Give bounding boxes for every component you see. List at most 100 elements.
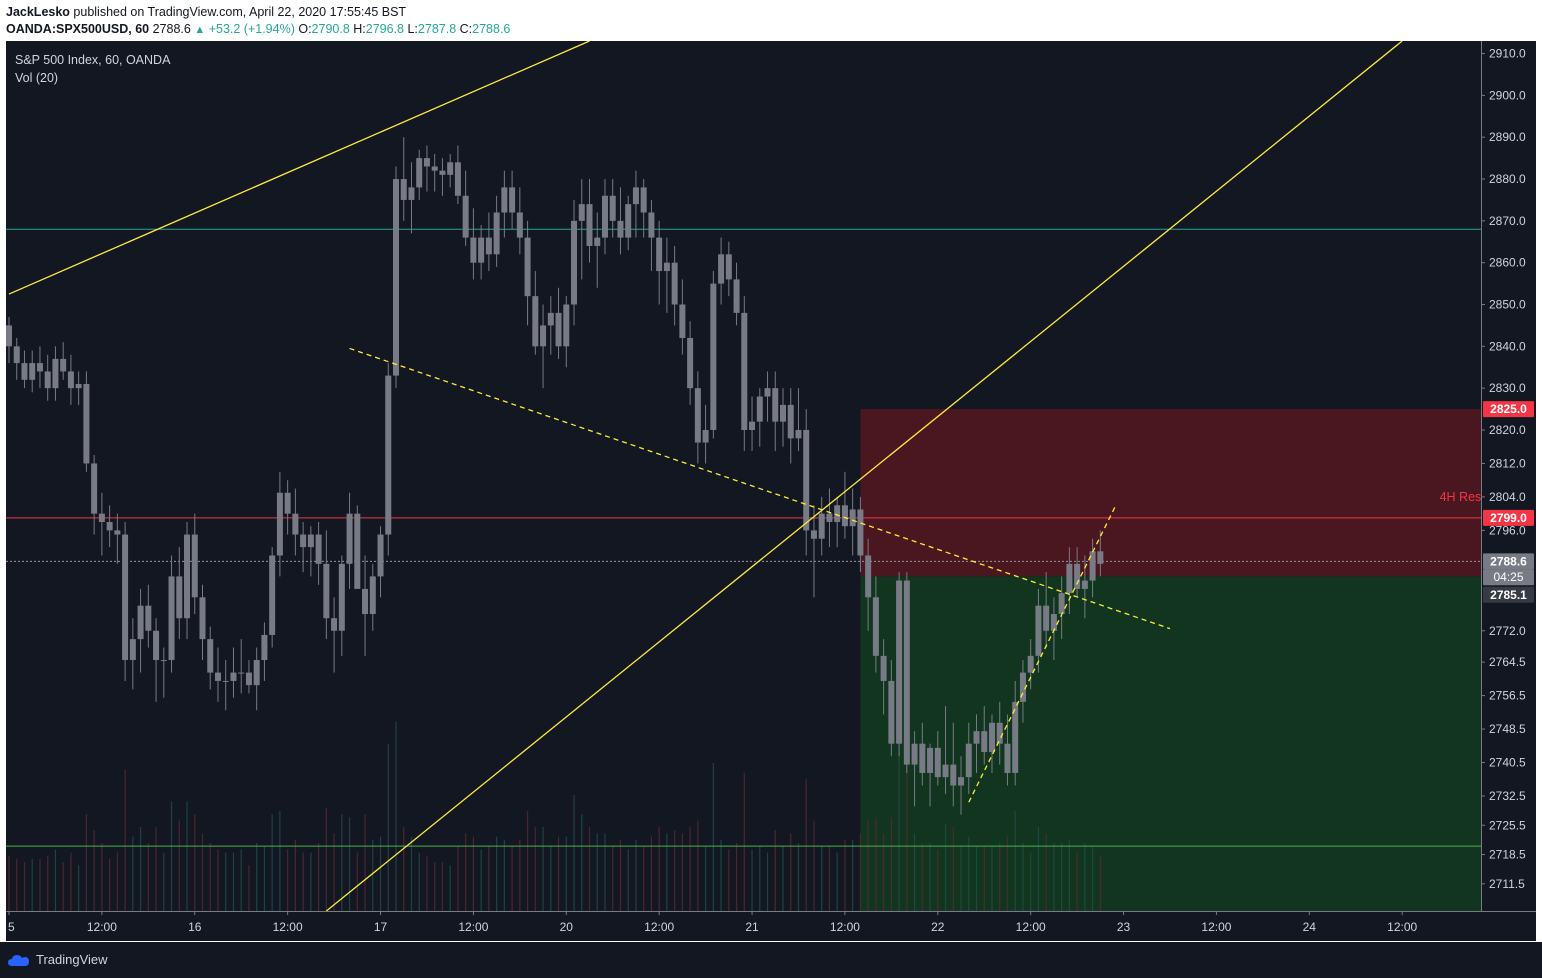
candle-body[interactable] <box>571 220 578 305</box>
candle-body[interactable] <box>284 492 291 514</box>
candle-body[interactable] <box>331 618 338 631</box>
candle-body[interactable] <box>199 597 206 640</box>
candle-body[interactable] <box>756 396 763 422</box>
price-chart[interactable]: 4H Resistance 2910.02900.02890.02880.028… <box>6 41 1536 941</box>
candle-body[interactable] <box>1027 655 1034 673</box>
candle-body[interactable] <box>501 187 508 213</box>
candle-body[interactable] <box>423 158 430 167</box>
candle-body[interactable] <box>865 555 872 598</box>
candle-body[interactable] <box>1004 743 1011 773</box>
candle-body[interactable] <box>362 588 369 615</box>
candle-body[interactable] <box>749 421 756 430</box>
candle-body[interactable] <box>1097 551 1104 564</box>
candle-body[interactable] <box>919 743 926 773</box>
candle-body[interactable] <box>67 371 74 389</box>
candle-body[interactable] <box>21 363 28 380</box>
candle-body[interactable] <box>625 204 632 238</box>
candle-body[interactable] <box>872 597 879 656</box>
candle-body[interactable] <box>795 429 802 439</box>
candle-body[interactable] <box>1043 605 1050 631</box>
candle-body[interactable] <box>13 346 20 364</box>
tradingview-logo[interactable]: TradingView <box>8 952 108 967</box>
candle-body[interactable] <box>29 363 36 380</box>
candle-body[interactable] <box>323 563 330 619</box>
candle-body[interactable] <box>509 187 516 213</box>
candle-body[interactable] <box>315 534 322 564</box>
candle-body[interactable] <box>36 363 43 372</box>
candle-body[interactable] <box>153 630 160 661</box>
candle-body[interactable] <box>1050 614 1057 631</box>
candle-body[interactable] <box>524 237 531 297</box>
candle-body[interactable] <box>91 463 98 514</box>
candle-body[interactable] <box>439 170 446 175</box>
candle-body[interactable] <box>245 672 252 686</box>
candle-body[interactable] <box>238 672 245 674</box>
candle-body[interactable] <box>114 530 121 535</box>
candle-body[interactable] <box>214 672 221 681</box>
author-name[interactable]: JackLesko <box>6 5 70 19</box>
candle-body[interactable] <box>462 195 469 238</box>
candle-body[interactable] <box>903 580 910 765</box>
candle-body[interactable] <box>958 777 965 786</box>
candle-body[interactable] <box>679 304 686 338</box>
candle-body[interactable] <box>408 187 415 200</box>
candle-body[interactable] <box>656 237 663 272</box>
candle-body[interactable] <box>803 429 810 531</box>
candle-body[interactable] <box>377 534 384 577</box>
candle-body[interactable] <box>563 304 570 347</box>
candle-body[interactable] <box>338 563 345 631</box>
candle-body[interactable] <box>6 325 12 347</box>
candle-body[interactable] <box>106 522 113 531</box>
candle-body[interactable] <box>780 404 786 422</box>
candle-body[interactable] <box>431 166 438 171</box>
candle-body[interactable] <box>787 404 794 439</box>
candle-body[interactable] <box>307 534 314 548</box>
candle-body[interactable] <box>122 534 129 661</box>
candle-body[interactable] <box>640 187 647 213</box>
candle-body[interactable] <box>1081 580 1088 589</box>
candle-body[interactable] <box>385 375 392 535</box>
candle-body[interactable] <box>896 580 903 744</box>
candle-body[interactable] <box>269 555 276 635</box>
candle-body[interactable] <box>911 743 918 765</box>
candle-body[interactable] <box>818 513 825 539</box>
candle-body[interactable] <box>648 212 655 238</box>
candle-body[interactable] <box>184 534 191 619</box>
candle-body[interactable] <box>493 212 500 255</box>
candle-body[interactable] <box>222 680 229 682</box>
candle-body[interactable] <box>176 576 183 619</box>
candle-body[interactable] <box>609 195 616 221</box>
candle-body[interactable] <box>663 262 670 272</box>
candle-body[interactable] <box>578 204 585 221</box>
candle-body[interactable] <box>694 388 701 443</box>
candle-body[interactable] <box>369 576 376 615</box>
candle-body[interactable] <box>145 605 152 631</box>
candle-body[interactable] <box>75 383 82 389</box>
candle-body[interactable] <box>973 731 980 744</box>
candle-body[interactable] <box>702 429 709 443</box>
candle-body[interactable] <box>927 747 934 773</box>
candle-body[interactable] <box>44 371 51 389</box>
candle-body[interactable] <box>447 162 454 175</box>
candle-body[interactable] <box>601 195 608 238</box>
candle-body[interactable] <box>725 254 732 280</box>
candle-body[interactable] <box>733 279 740 313</box>
candle-body[interactable] <box>888 680 895 744</box>
candle-body[interactable] <box>485 237 492 255</box>
candle-body[interactable] <box>160 660 167 662</box>
candle-body[interactable] <box>880 655 887 681</box>
candle-body[interactable] <box>996 722 1003 744</box>
candle-body[interactable] <box>632 187 639 205</box>
candle-body[interactable] <box>416 158 423 188</box>
candle-body[interactable] <box>841 505 848 527</box>
candle-body[interactable] <box>671 262 678 305</box>
candle-body[interactable] <box>965 743 972 778</box>
candle-body[interactable] <box>741 312 748 430</box>
candle-body[interactable] <box>300 534 307 548</box>
candle-body[interactable] <box>981 731 988 753</box>
candle-body[interactable] <box>772 388 779 422</box>
candle-body[interactable] <box>516 212 523 238</box>
candle-body[interactable] <box>129 639 136 661</box>
candle-body[interactable] <box>532 296 539 347</box>
candle-body[interactable] <box>710 283 717 430</box>
